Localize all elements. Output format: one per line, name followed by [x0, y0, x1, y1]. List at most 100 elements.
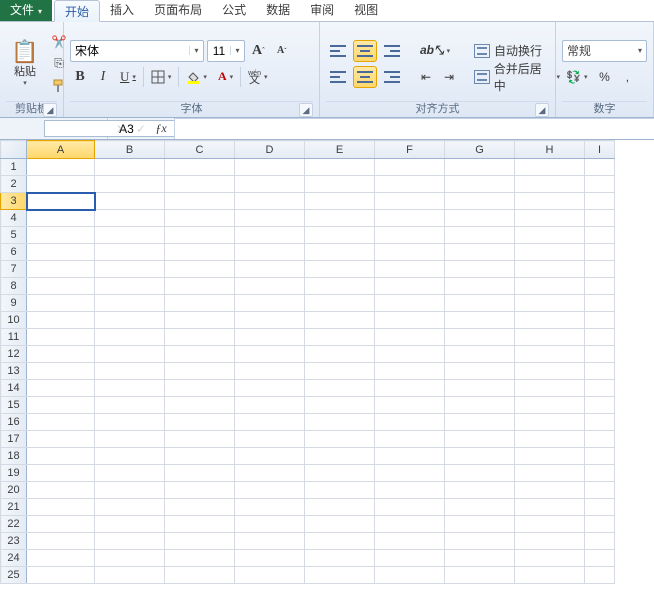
cell[interactable]	[375, 499, 445, 516]
cell[interactable]	[585, 431, 615, 448]
cell[interactable]	[515, 431, 585, 448]
cell[interactable]	[585, 329, 615, 346]
cell[interactable]	[95, 414, 165, 431]
cell[interactable]	[375, 448, 445, 465]
row-header[interactable]: 2	[1, 176, 27, 193]
row-header[interactable]: 4	[1, 210, 27, 227]
cell[interactable]	[235, 210, 305, 227]
cell[interactable]	[235, 244, 305, 261]
cell[interactable]	[95, 346, 165, 363]
cell[interactable]	[515, 533, 585, 550]
cell[interactable]	[585, 482, 615, 499]
row-header[interactable]: 10	[1, 312, 27, 329]
cell[interactable]	[375, 380, 445, 397]
cell[interactable]	[165, 363, 235, 380]
cell[interactable]	[375, 516, 445, 533]
cell[interactable]	[305, 159, 375, 176]
cell[interactable]	[305, 431, 375, 448]
align-left-button[interactable]	[326, 66, 350, 88]
column-header[interactable]: E	[305, 141, 375, 159]
cell[interactable]	[585, 244, 615, 261]
cell[interactable]	[95, 397, 165, 414]
cell[interactable]	[95, 312, 165, 329]
grow-font-button[interactable]: Aˆ	[248, 40, 269, 62]
cell[interactable]	[515, 499, 585, 516]
row-header[interactable]: 21	[1, 499, 27, 516]
cell[interactable]	[375, 227, 445, 244]
cell[interactable]	[585, 550, 615, 567]
cell[interactable]	[515, 482, 585, 499]
cell[interactable]	[27, 312, 95, 329]
cell[interactable]	[27, 261, 95, 278]
cell[interactable]	[375, 176, 445, 193]
cell[interactable]	[165, 482, 235, 499]
row-header[interactable]: 17	[1, 431, 27, 448]
cell[interactable]	[445, 448, 515, 465]
cell[interactable]	[305, 516, 375, 533]
cell[interactable]	[515, 414, 585, 431]
cell[interactable]	[515, 363, 585, 380]
cell[interactable]	[375, 431, 445, 448]
cell[interactable]	[445, 312, 515, 329]
cell[interactable]	[235, 550, 305, 567]
align-top-button[interactable]	[326, 40, 350, 62]
merge-center-button[interactable]: 合并后居中 ▾	[469, 66, 565, 88]
cell[interactable]	[445, 227, 515, 244]
underline-button[interactable]: U	[116, 66, 140, 88]
cell[interactable]	[27, 397, 95, 414]
cell[interactable]	[515, 380, 585, 397]
cell[interactable]	[515, 261, 585, 278]
italic-button[interactable]: I	[93, 66, 113, 88]
cell[interactable]	[95, 431, 165, 448]
cell[interactable]	[515, 397, 585, 414]
cell[interactable]	[235, 380, 305, 397]
cell[interactable]	[235, 176, 305, 193]
cell[interactable]	[515, 567, 585, 584]
row-header[interactable]: 1	[1, 159, 27, 176]
cell[interactable]	[445, 193, 515, 210]
cell[interactable]	[95, 295, 165, 312]
cell[interactable]	[445, 414, 515, 431]
cell[interactable]	[27, 295, 95, 312]
cell[interactable]	[585, 193, 615, 210]
tab-view[interactable]: 视图	[344, 0, 388, 21]
cell[interactable]	[235, 448, 305, 465]
row-header[interactable]: 19	[1, 465, 27, 482]
cell[interactable]	[375, 193, 445, 210]
cell[interactable]	[95, 227, 165, 244]
name-box[interactable]: ▾	[0, 118, 108, 139]
cell[interactable]	[305, 499, 375, 516]
cell[interactable]	[165, 380, 235, 397]
insert-function-button[interactable]: ƒx	[152, 121, 170, 136]
cell[interactable]	[235, 363, 305, 380]
tab-data[interactable]: 数据	[256, 0, 300, 21]
cell[interactable]	[305, 244, 375, 261]
cell[interactable]	[305, 567, 375, 584]
cell[interactable]	[305, 550, 375, 567]
cell[interactable]	[375, 278, 445, 295]
cell[interactable]	[585, 227, 615, 244]
align-bottom-button[interactable]	[380, 40, 404, 62]
cell[interactable]	[585, 533, 615, 550]
cell[interactable]	[165, 193, 235, 210]
cell[interactable]	[515, 244, 585, 261]
cell[interactable]	[585, 499, 615, 516]
cell[interactable]	[165, 244, 235, 261]
cell[interactable]	[235, 159, 305, 176]
cell[interactable]	[165, 567, 235, 584]
tab-review[interactable]: 审阅	[300, 0, 344, 21]
cell[interactable]	[27, 414, 95, 431]
cell[interactable]	[165, 312, 235, 329]
confirm-formula-button[interactable]: ✓	[132, 122, 150, 136]
column-header[interactable]: F	[375, 141, 445, 159]
font-name-combo[interactable]: ▾	[70, 40, 204, 62]
cell[interactable]	[95, 244, 165, 261]
phonetic-button[interactable]: wén文	[244, 66, 271, 88]
cell[interactable]	[95, 261, 165, 278]
row-header[interactable]: 8	[1, 278, 27, 295]
select-all-corner[interactable]	[1, 141, 27, 159]
cell[interactable]	[95, 210, 165, 227]
row-header[interactable]: 25	[1, 567, 27, 584]
cell[interactable]	[27, 448, 95, 465]
cell[interactable]	[375, 567, 445, 584]
